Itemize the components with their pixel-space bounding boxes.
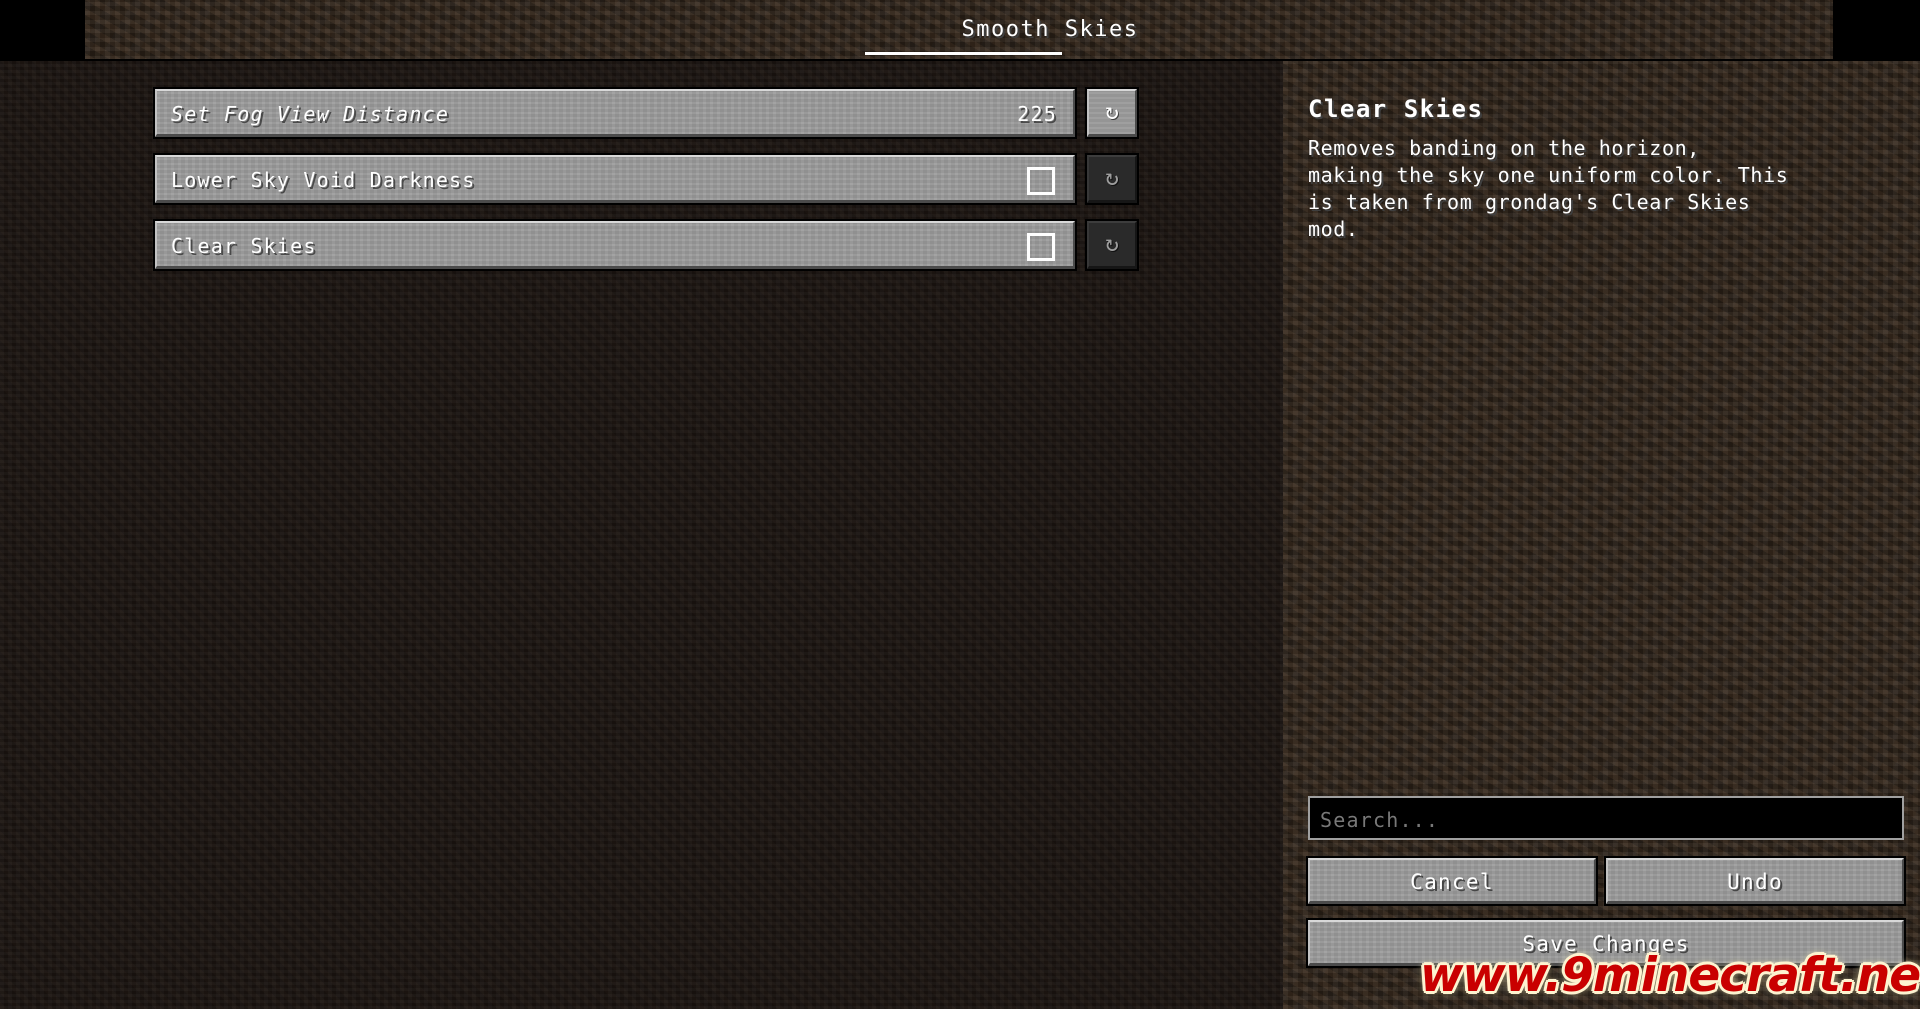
reset-button-lower-sky-void-darkness[interactable]: ↻ [1085,153,1139,205]
tab-label: Smooth Skies [961,17,1139,42]
config-row: Set Fog View Distance 225 ↻ [153,87,1155,143]
search-input[interactable]: Search... [1308,796,1904,840]
undo-button-label: Undo [1727,870,1783,894]
config-row-lower-sky-void-darkness[interactable]: Lower Sky Void Darkness [153,153,1077,205]
site-watermark: www.9minecraft.net [1420,948,1920,1003]
config-row-value: 225 [1017,102,1057,126]
config-row: Lower Sky Void Darkness ↻ [153,153,1155,209]
info-panel-description: Removes banding on the horizon, making t… [1308,136,1789,241]
undo-button[interactable]: Undo [1604,856,1906,906]
minecraft-config-screen: Smooth Skies Set Fog View Distance 225 ↻… [0,0,1920,1009]
config-row-label: Lower Sky Void Darkness [171,168,476,192]
reset-arrow-icon: ↻ [1105,165,1119,191]
reset-button-set-fog-view-distance[interactable]: ↻ [1085,87,1139,139]
cancel-button-label: Cancel [1410,870,1494,894]
config-row-label: Set Fog View Distance [171,102,450,126]
reset-arrow-icon: ↻ [1105,99,1119,125]
config-row-clear-skies[interactable]: Clear Skies [153,219,1077,271]
search-placeholder: Search... [1320,808,1440,832]
reset-arrow-icon: ↻ [1105,231,1119,257]
checkbox-lower-sky-void-darkness[interactable] [1027,167,1055,195]
header-bar: Smooth Skies [85,0,1833,60]
config-rows: Set Fog View Distance 225 ↻ Lower Sky Vo… [153,87,1155,287]
info-panel-title: Clear Skies [1308,95,1484,123]
checkbox-clear-skies[interactable] [1027,233,1055,261]
cancel-button[interactable]: Cancel [1306,856,1598,906]
tab-active-underline [865,52,1062,55]
config-row-label: Clear Skies [171,234,317,258]
config-row: Clear Skies ↻ [153,219,1155,275]
config-row-set-fog-view-distance[interactable]: Set Fog View Distance 225 [153,87,1077,139]
reset-button-clear-skies[interactable]: ↻ [1085,219,1139,271]
tab-smooth-skies[interactable]: Smooth Skies [925,0,1175,60]
